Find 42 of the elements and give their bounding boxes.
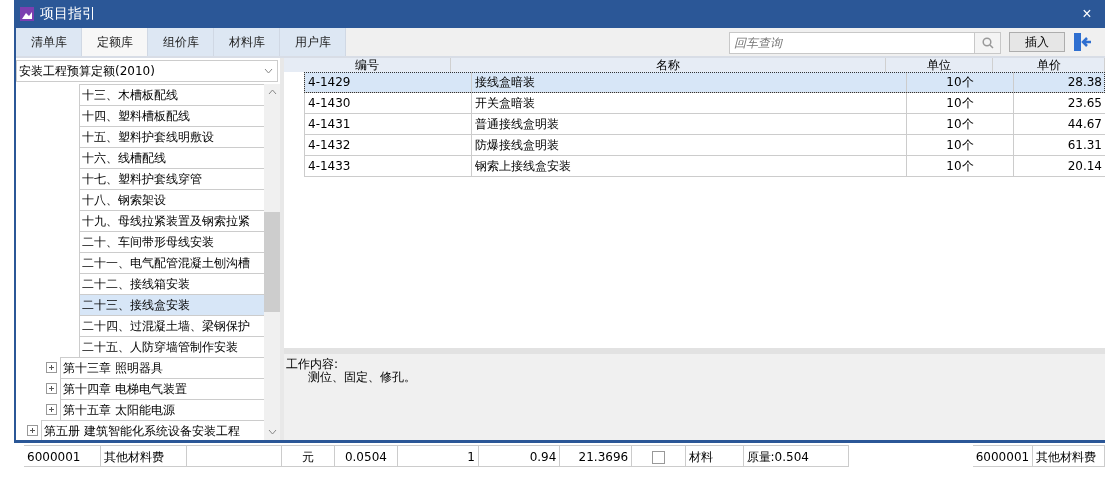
scroll-down-icon[interactable] xyxy=(267,429,277,435)
tab[interactable]: 清单库 xyxy=(16,28,82,56)
plus-box-icon[interactable] xyxy=(46,383,57,394)
chevron-down-icon xyxy=(264,68,273,74)
close-button[interactable]: × xyxy=(1073,4,1101,24)
tab[interactable]: 组价库 xyxy=(148,28,214,56)
exit-icon[interactable] xyxy=(1073,32,1093,52)
table-cell: 6000001 xyxy=(24,445,101,467)
window-title: 项目指引 xyxy=(40,5,97,23)
table-cell: 材料 xyxy=(685,445,744,467)
insert-button[interactable]: 插入 xyxy=(1009,32,1065,52)
table-cell: 其他材料费 xyxy=(100,445,187,467)
tree-item[interactable]: 二十三、接线盒安装 xyxy=(79,294,264,316)
table-cell: 0.0504 xyxy=(335,445,398,467)
tree-item[interactable]: 十三、木槽板配线 xyxy=(79,84,264,106)
plus-box-icon[interactable] xyxy=(27,425,38,436)
work-content-label: 工作内容: xyxy=(286,358,340,371)
tab[interactable]: 定额库 xyxy=(82,28,148,56)
library-dropdown[interactable]: 安装工程预算定额(2010) xyxy=(16,60,278,82)
tab[interactable]: 材料库 xyxy=(214,28,280,56)
table-cell: 原量:0.504 xyxy=(743,445,849,467)
checkbox[interactable] xyxy=(652,451,666,464)
tab[interactable]: 用户库 xyxy=(280,28,346,56)
table-cell: 其他材料费 xyxy=(1033,445,1105,467)
table-cell: 21.3696 xyxy=(560,445,633,467)
table-row[interactable]: 4-1429 接线盒暗装 10个 28.38 xyxy=(304,72,1105,93)
table-row[interactable]: 4-1433 钢索上接线盒安装 10个 20.14 xyxy=(304,156,1105,177)
table-cell: 6000001 xyxy=(972,445,1034,467)
table-row[interactable]: 4-1430 开关盒暗装 10个 23.65 xyxy=(304,93,1105,114)
table-cell: 1 xyxy=(397,445,479,467)
plus-box-icon[interactable] xyxy=(46,404,57,415)
plus-box-icon[interactable] xyxy=(46,362,57,373)
search-icon[interactable] xyxy=(975,32,1001,54)
search-field[interactable]: 回车查询 xyxy=(729,32,975,54)
table-cell: 元 xyxy=(282,445,336,467)
work-content-text: 测位、固定、修孔。 xyxy=(307,371,417,384)
scroll-up-icon[interactable] xyxy=(267,89,277,95)
table-row[interactable]: 4-1432 防爆接线盒明装 10个 61.31 xyxy=(304,135,1105,156)
scrollbar[interactable] xyxy=(264,84,280,440)
table-cell: 0.94 xyxy=(478,445,561,467)
app-logo-icon xyxy=(20,7,34,21)
table-row[interactable]: 4-1431 普通接线盒明装 10个 44.67 xyxy=(304,114,1105,135)
